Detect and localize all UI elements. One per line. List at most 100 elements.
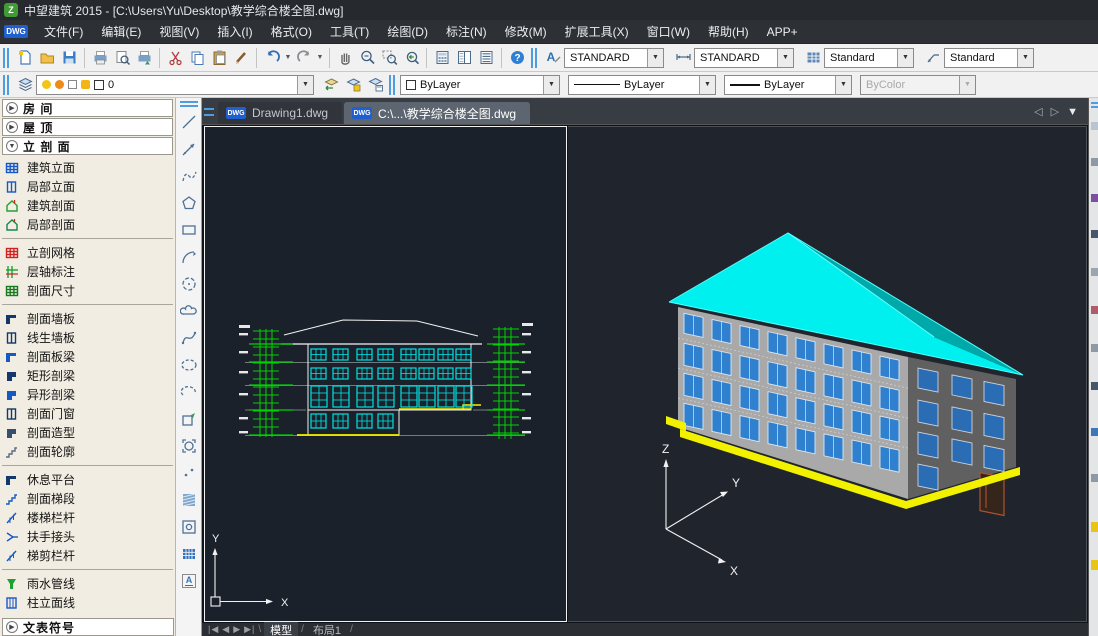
layout1-tab[interactable]: 布局1: [307, 622, 347, 636]
section-text-table-symbols[interactable]: ▶ 文表符号: [2, 618, 174, 636]
circle-tool-icon[interactable]: [178, 273, 200, 295]
open-button[interactable]: [36, 47, 58, 69]
text-style-combo[interactable]: STANDARD▼: [564, 48, 664, 68]
sidebar-item-section-shape[interactable]: 剖面造型: [0, 423, 175, 442]
toolbar-grip[interactable]: [531, 48, 537, 68]
sidebar-item-handrail-joint[interactable]: 扶手接头: [0, 527, 175, 546]
layer-previous-button[interactable]: [320, 74, 342, 96]
viewport-2d-elevation[interactable]: YX: [204, 126, 567, 622]
sidebar-item-section-slab-beam[interactable]: 剖面板梁: [0, 347, 175, 366]
zoom-window-button[interactable]: [378, 47, 400, 69]
sidebar-item-column-elevation[interactable]: 柱立面线: [0, 593, 175, 612]
layer-on-icon[interactable]: [42, 80, 51, 89]
sidebar-item-rect-beam[interactable]: 矩形剖梁: [0, 366, 175, 385]
print-button[interactable]: [89, 47, 111, 69]
section-roof[interactable]: ▶ 屋 顶: [2, 118, 173, 136]
help-button[interactable]: ?: [506, 47, 528, 69]
sidebar-item-landing-platform[interactable]: 休息平台: [0, 470, 175, 489]
match-properties-button[interactable]: [230, 47, 252, 69]
tab-last-icon[interactable]: ▶|: [244, 624, 255, 635]
hatch-tool-icon[interactable]: [178, 489, 200, 511]
new-button[interactable]: [14, 47, 36, 69]
toolbar-grip[interactable]: [1091, 102, 1098, 108]
save-button[interactable]: [58, 47, 80, 69]
layer-thaw-icon[interactable]: [68, 80, 77, 89]
layer-states-button[interactable]: [342, 74, 364, 96]
sidebar-item-building-elevation[interactable]: 建筑立面: [0, 158, 175, 177]
menu-tools[interactable]: 工具(T): [322, 21, 377, 42]
tab-prev-icon[interactable]: ◀: [222, 624, 230, 635]
pan-button[interactable]: [334, 47, 356, 69]
tab-scroll-right-icon[interactable]: ▷: [1051, 105, 1059, 118]
spline-tool-icon[interactable]: [178, 327, 200, 349]
sidebar-item-partial-section[interactable]: 局部剖面: [0, 215, 175, 234]
color-combo[interactable]: ByLayer ▼: [400, 75, 560, 95]
text-style-icon[interactable]: A: [542, 47, 564, 69]
sidebar-item-shaped-beam[interactable]: 异形剖梁: [0, 385, 175, 404]
sidebar-item-scissor-railing[interactable]: 梯剪栏杆: [0, 546, 175, 565]
sidebar-item-line-wall[interactable]: 线生墙板: [0, 328, 175, 347]
polyline-tool-icon[interactable]: [178, 165, 200, 187]
arc-tool-icon[interactable]: [178, 246, 200, 268]
tab-teaching-building[interactable]: DWG C:\...\教学综合楼全图.dwg: [344, 102, 530, 124]
model-tab[interactable]: 模型: [264, 622, 298, 636]
properties-palette-button[interactable]: [453, 47, 475, 69]
rectangle-tool-icon[interactable]: [178, 219, 200, 241]
undo-button[interactable]: [261, 47, 283, 69]
layer-lock-icon[interactable]: [81, 80, 90, 89]
tab-first-icon[interactable]: |◀: [208, 624, 219, 635]
redo-dropdown[interactable]: ▼: [315, 54, 325, 61]
tab-drawing1[interactable]: DWG Drawing1.dwg: [218, 102, 342, 124]
layer-combo[interactable]: 0 ▼: [36, 75, 314, 95]
sidebar-item-section-grid[interactable]: 立剖网格: [0, 243, 175, 262]
menu-draw[interactable]: 绘图(D): [379, 21, 436, 42]
dim-style-combo[interactable]: STANDARD▼: [694, 48, 794, 68]
toolbar-grip[interactable]: [180, 101, 198, 107]
menu-dimension[interactable]: 标注(N): [438, 21, 495, 42]
tab-list-dropdown-icon[interactable]: ▼: [1067, 106, 1078, 118]
revision-cloud-tool-icon[interactable]: [178, 300, 200, 322]
paste-button[interactable]: [208, 47, 230, 69]
section-room[interactable]: ▶ 房 间: [2, 99, 173, 117]
viewport-3d-model[interactable]: ZYX: [568, 126, 1087, 622]
sidebar-item-rain-pipe[interactable]: 雨水管线: [0, 574, 175, 593]
layer-match-button[interactable]: [364, 74, 386, 96]
menu-file[interactable]: 文件(F): [36, 21, 91, 42]
calculator-button[interactable]: [431, 47, 453, 69]
line-tool-icon[interactable]: [178, 111, 200, 133]
menu-window[interactable]: 窗口(W): [639, 21, 698, 42]
mtext-tool-icon[interactable]: A: [178, 570, 200, 592]
zoom-previous-button[interactable]: [400, 47, 422, 69]
sidebar-item-section-outline[interactable]: 剖面轮廓: [0, 442, 175, 461]
toolbar-grip[interactable]: [3, 75, 9, 95]
lineweight-combo[interactable]: ByLayer ▼: [724, 75, 852, 95]
sheet-palette-button[interactable]: [475, 47, 497, 69]
linetype-combo[interactable]: ByLayer ▼: [568, 75, 716, 95]
menu-modify[interactable]: 修改(M): [497, 21, 555, 42]
layer-color-swatch[interactable]: [94, 80, 104, 90]
make-block-tool-icon[interactable]: [178, 435, 200, 457]
ray-tool-icon[interactable]: [178, 138, 200, 160]
redo-button[interactable]: [293, 47, 315, 69]
undo-dropdown[interactable]: ▼: [283, 54, 293, 61]
menu-express[interactable]: 扩展工具(X): [557, 21, 637, 42]
sidebar-item-partial-elevation[interactable]: 局部立面: [0, 177, 175, 196]
mleader-style-icon[interactable]: [922, 47, 944, 69]
copy-button[interactable]: [186, 47, 208, 69]
layer-freeze-icon[interactable]: [55, 80, 64, 89]
sidebar-item-section-wall[interactable]: 剖面墙板: [0, 309, 175, 328]
print-preview-button[interactable]: [111, 47, 133, 69]
layer-manager-button[interactable]: [14, 74, 36, 96]
menu-insert[interactable]: 插入(I): [209, 21, 260, 42]
mleader-style-combo[interactable]: Standard▼: [944, 48, 1034, 68]
docked-toolbar-strip[interactable]: [1088, 98, 1098, 636]
menu-format[interactable]: 格式(O): [263, 21, 320, 42]
table-tool-icon[interactable]: [178, 543, 200, 565]
table-style-icon[interactable]: [802, 47, 824, 69]
menu-help[interactable]: 帮助(H): [700, 21, 757, 42]
dim-style-icon[interactable]: [672, 47, 694, 69]
donut-tool-icon[interactable]: [178, 516, 200, 538]
publish-button[interactable]: [133, 47, 155, 69]
tab-scroll-left-icon[interactable]: ◁: [1034, 105, 1042, 118]
menu-edit[interactable]: 编辑(E): [93, 21, 149, 42]
